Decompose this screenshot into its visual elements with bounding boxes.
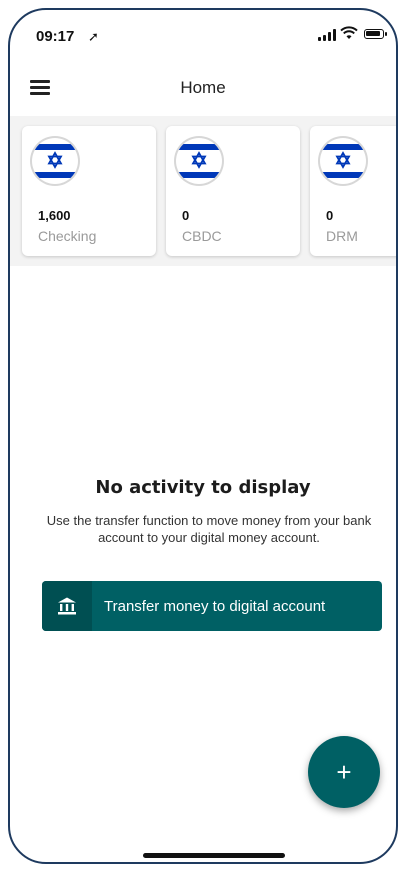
israel-flag-icon bbox=[320, 138, 366, 184]
account-card-checking[interactable]: 1,600 Checking bbox=[22, 126, 156, 256]
accounts-carousel[interactable]: 1,600 Checking 0 CBDC 0 DRM bbox=[10, 116, 396, 266]
account-name: DRM bbox=[326, 228, 358, 244]
account-name: CBDC bbox=[182, 228, 222, 244]
account-balance: 1,600 bbox=[38, 208, 71, 223]
bank-icon bbox=[42, 581, 92, 631]
israel-flag-icon bbox=[176, 138, 222, 184]
page-title: Home bbox=[180, 78, 226, 97]
location-arrow-icon: ➚ bbox=[88, 30, 99, 45]
wifi-icon bbox=[340, 26, 358, 39]
signal-icon bbox=[318, 29, 336, 41]
app-header: Home bbox=[10, 66, 396, 110]
empty-state-title: No activity to display bbox=[95, 477, 311, 498]
transfer-button-label: Transfer money to digital account bbox=[104, 597, 326, 615]
add-fab-button[interactable]: + bbox=[308, 736, 380, 808]
account-balance: 0 bbox=[182, 208, 190, 223]
account-card-cbdc[interactable]: 0 CBDC bbox=[166, 126, 300, 256]
battery-icon bbox=[364, 29, 387, 39]
home-indicator[interactable] bbox=[143, 853, 285, 858]
status-time: 09:17 bbox=[36, 28, 75, 45]
phone-screen: 09:17 ➚ Home 1,600 Checking 0 CBDC 0 DRM… bbox=[8, 8, 398, 864]
account-balance: 0 bbox=[326, 208, 334, 223]
plus-icon: + bbox=[336, 756, 352, 787]
account-card-drm[interactable]: 0 DRM bbox=[310, 126, 396, 256]
account-name: Checking bbox=[38, 228, 97, 244]
transfer-money-button[interactable]: Transfer money to digital account bbox=[42, 581, 382, 631]
status-bar: 09:17 ➚ bbox=[10, 10, 396, 56]
empty-state-description: Use the transfer function to move money … bbox=[46, 513, 372, 545]
israel-flag-icon bbox=[32, 138, 78, 184]
